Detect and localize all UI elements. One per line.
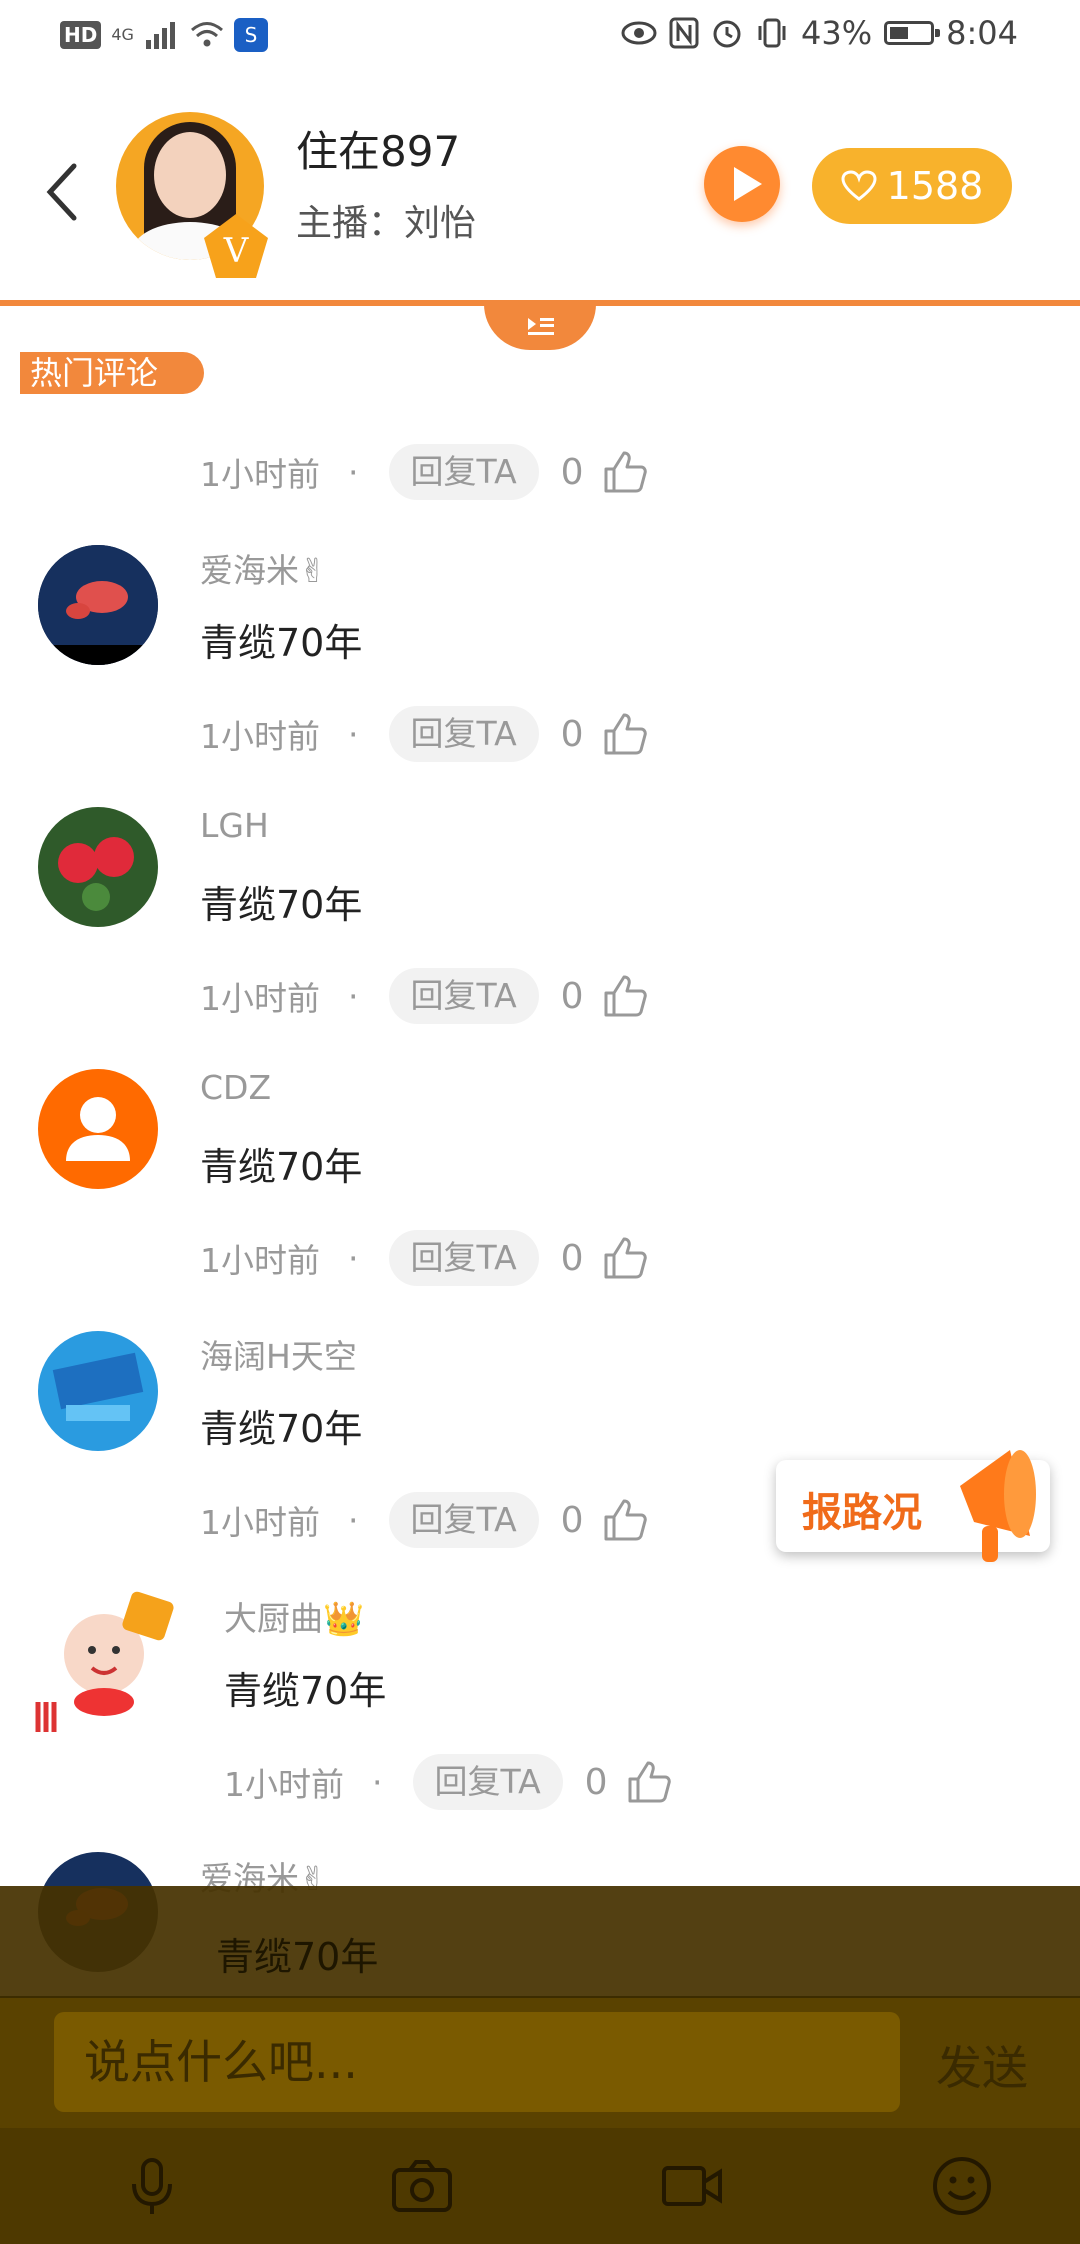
eye-icon — [621, 21, 657, 45]
default-avatar-icon[interactable] — [38, 1069, 158, 1189]
comment-composer: 说点什么吧... 发送 — [0, 1996, 1080, 2130]
comment-username: LGH — [200, 806, 269, 845]
like-count: 1588 — [886, 164, 984, 208]
megaphone-icon — [960, 1450, 1036, 1562]
play-button[interactable] — [704, 146, 780, 222]
svg-text:V: V — [223, 231, 250, 271]
vibrate-icon — [758, 18, 786, 48]
status-left: HD 4G S — [60, 18, 268, 52]
thumbs-up-icon[interactable] — [602, 973, 648, 1019]
comment-time: 1小时前 — [200, 455, 320, 494]
back-arrow-icon[interactable] — [40, 160, 84, 224]
heart-icon — [841, 170, 877, 201]
reply-button[interactable]: 回复TA — [388, 706, 539, 762]
comment-username: 爱海米✌ — [200, 551, 327, 590]
comment-text: 青缆70年 — [216, 1935, 379, 1979]
camera-icon[interactable] — [390, 2154, 454, 2218]
like-count: 0 — [560, 1237, 584, 1279]
composer-toolbar — [0, 2128, 1080, 2244]
like-count: 0 — [560, 975, 584, 1017]
thumbs-up-icon[interactable] — [602, 711, 648, 757]
signal-icon — [145, 22, 175, 49]
comment-text: 青缆70年 — [200, 883, 363, 927]
reply-button[interactable]: 回复TA — [388, 444, 539, 500]
collapse-icon — [528, 318, 554, 335]
report-traffic-button[interactable]: 报路况 — [776, 1436, 1060, 1570]
comment-meta: 1小时前 · 回复TA 0 — [200, 1230, 648, 1286]
program-header: V 住在897 主播：刘怡 1588 — [0, 100, 1080, 300]
wifi-icon — [190, 22, 223, 47]
comment-meta: 1小时前 · 回复TA 0 — [200, 968, 648, 1024]
comment-meta: 1小时前 · 回复TA 0 — [200, 706, 648, 762]
host-name: 主播：刘怡 — [296, 203, 477, 244]
thumbs-up-icon[interactable] — [626, 1759, 672, 1805]
like-count: 0 — [560, 451, 584, 493]
user-avatar[interactable] — [38, 545, 158, 665]
reply-button[interactable]: 回复TA — [388, 968, 539, 1024]
comment-time: 1小时前 — [200, 1503, 320, 1542]
vip-badge-icon: V — [204, 214, 268, 278]
comment-time: 1小时前 — [200, 979, 320, 1018]
battery-icon — [884, 21, 941, 45]
app-notification-icon: S — [233, 18, 268, 52]
comment-time: 1小时前 — [224, 1765, 344, 1804]
reply-button[interactable]: 回复TA — [388, 1492, 539, 1548]
collapse-toggle[interactable] — [484, 304, 596, 350]
status-right: 43% 8:04 — [621, 14, 1018, 52]
comment-text: 青缆70年 — [224, 1669, 387, 1713]
like-count: 0 — [560, 713, 584, 755]
comment-text: 青缆70年 — [200, 1145, 363, 1189]
network-indicator: 4G — [111, 25, 134, 44]
comment-meta: 1小时前 · 回复TA 0 — [224, 1754, 672, 1810]
report-traffic-label: 报路况 — [802, 1490, 922, 1536]
thumbs-up-icon[interactable] — [602, 449, 648, 495]
reply-button[interactable]: 回复TA — [388, 1230, 539, 1286]
emoji-icon[interactable] — [930, 2154, 994, 2218]
comment-username: CDZ — [200, 1068, 272, 1107]
user-avatar[interactable] — [30, 1584, 190, 1734]
hot-comments-label: 热门评论 — [20, 352, 204, 394]
user-avatar[interactable] — [38, 807, 158, 927]
like-count: 0 — [584, 1761, 608, 1803]
thumbs-up-icon[interactable] — [602, 1497, 648, 1543]
comment-text: 青缆70年 — [200, 1407, 363, 1451]
send-button[interactable]: 发送 — [936, 2032, 1028, 2098]
comment-input[interactable]: 说点什么吧... — [54, 2012, 900, 2112]
comment-text: 青缆70年 — [200, 621, 363, 665]
microphone-icon[interactable] — [120, 2154, 184, 2218]
status-bar: HD 4G S 43% 8:04 — [0, 0, 1080, 72]
comment-username: 海阔H天空 — [200, 1337, 357, 1376]
comment-meta: 1小时前 · 回复TA 0 — [200, 444, 648, 500]
clock: 8:04 — [946, 14, 1018, 52]
hd-indicator: HD — [60, 21, 102, 49]
comment-time: 1小时前 — [200, 1241, 320, 1280]
battery-percent: 43% — [801, 14, 873, 52]
comment-username: 大厨曲👑 — [224, 1599, 365, 1638]
comment-time: 1小时前 — [200, 717, 320, 756]
reply-button[interactable]: 回复TA — [412, 1754, 563, 1810]
user-avatar[interactable] — [38, 1331, 158, 1451]
thumbs-up-icon[interactable] — [602, 1235, 648, 1281]
video-icon[interactable] — [660, 2154, 724, 2218]
like-button[interactable]: 1588 — [812, 148, 1012, 224]
program-title: 住在897 — [296, 127, 461, 176]
comment-meta: 1小时前 · 回复TA 0 — [200, 1492, 648, 1548]
alarm-icon — [713, 20, 741, 48]
nfc-icon — [669, 17, 699, 49]
like-count: 0 — [560, 1499, 584, 1541]
